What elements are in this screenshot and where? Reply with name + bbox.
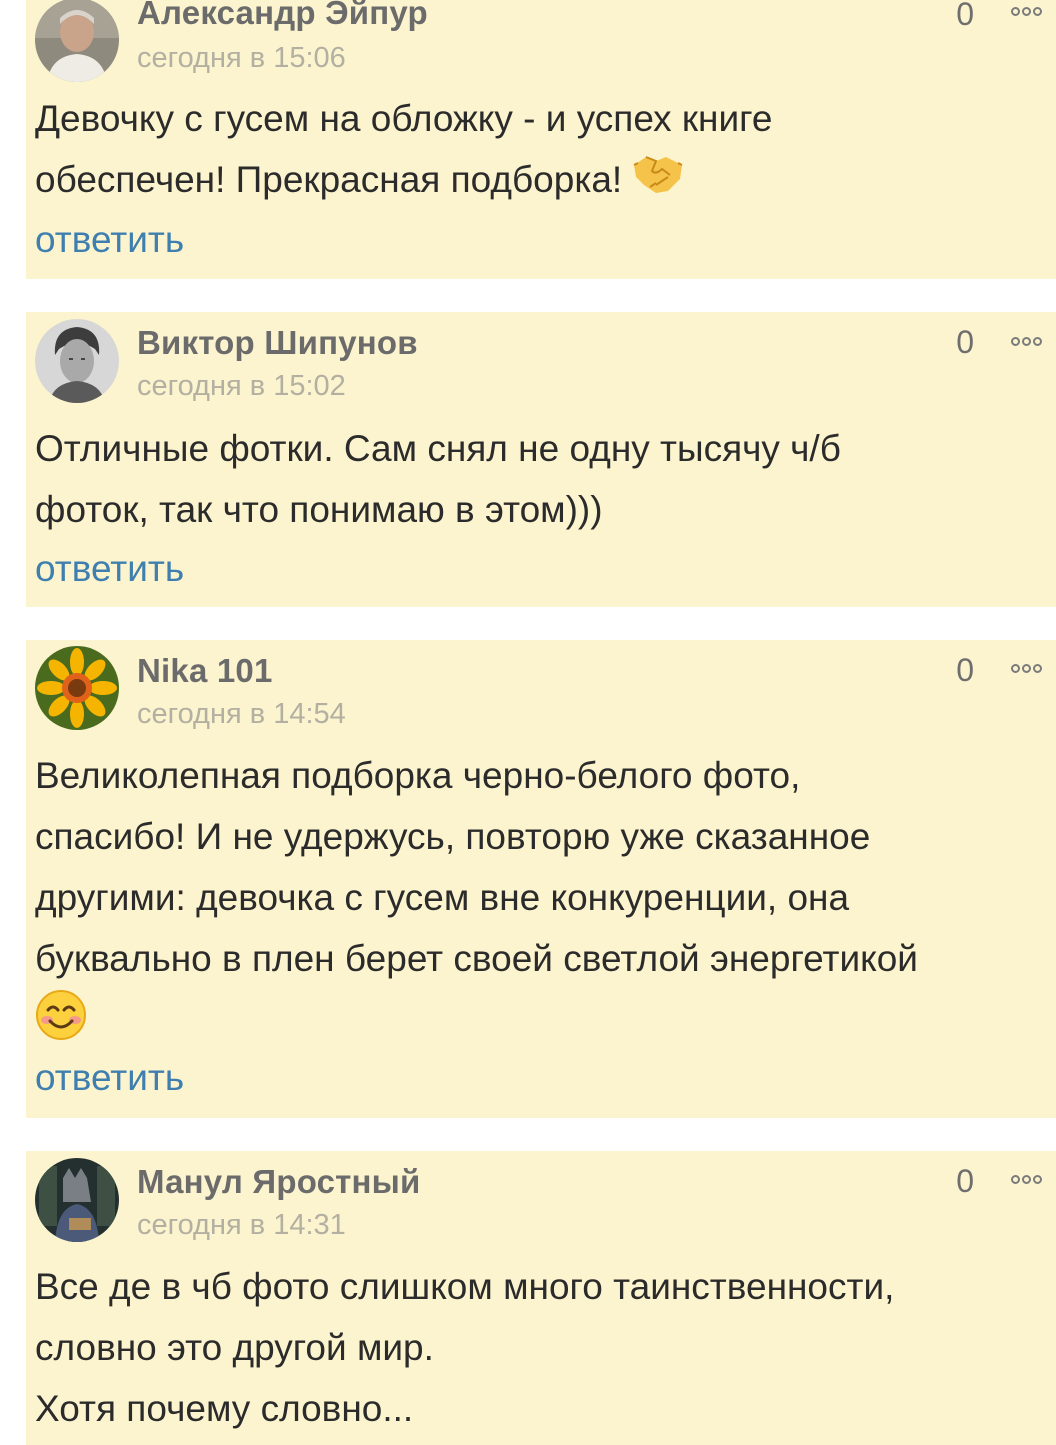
comment-line: другими: девочка с гусем вне конкуренции… (35, 877, 850, 918)
comment-card: Виктор Шипунов сегодня в 15:02 0 Отличны… (26, 312, 1056, 607)
smiling-face-emoji-icon (35, 989, 87, 1059)
comment-time: сегодня в 15:02 (137, 370, 346, 402)
comment-line: обеспечен! Прекрасная подборка! (35, 149, 1036, 213)
comment-line: буквально в плен берет своей светлой эне… (35, 938, 918, 979)
comment-line: Отличные фотки. Сам снял не одну тысячу … (35, 428, 841, 469)
comment-text: Все де в чб фото слишком много таинствен… (35, 1256, 1036, 1439)
comment-line: словно это другой мир. (35, 1327, 434, 1368)
comment-time: сегодня в 15:06 (137, 42, 346, 74)
author-name[interactable]: Nika 101 (137, 652, 273, 690)
reply-link[interactable]: ответить (35, 219, 184, 261)
avatar[interactable] (35, 646, 119, 730)
comment-line: Девочку с гусем на обложку - и успех кни… (35, 98, 773, 139)
like-count[interactable]: 0 (956, 652, 974, 689)
comment-card: Nika 101 сегодня в 14:54 0 Великолепная … (26, 640, 1056, 1118)
handshake-emoji-icon (632, 151, 684, 213)
more-options-icon[interactable] (1011, 664, 1042, 673)
comment-card: Александр Эйпур сегодня в 15:06 0 Девочк… (26, 0, 1056, 279)
more-options-icon[interactable] (1011, 1175, 1042, 1184)
like-count[interactable]: 0 (956, 1163, 974, 1200)
comment-line: фоток, так что понимаю в этом))) (35, 489, 603, 530)
comment-line: Великолепная подборка черно-белого фото, (35, 755, 801, 796)
comment-line (35, 989, 1036, 1059)
reply-link[interactable]: ответить (35, 1057, 184, 1099)
comment-line: Хотя почему словно... (35, 1388, 414, 1429)
reply-link[interactable]: ответить (35, 548, 184, 590)
comment-text: Отличные фотки. Сам снял не одну тысячу … (35, 418, 1036, 540)
avatar[interactable] (35, 319, 119, 403)
comment-line: спасибо! И не удержусь, повторю уже сказ… (35, 816, 871, 857)
author-name[interactable]: Александр Эйпур (137, 0, 428, 32)
more-options-icon[interactable] (1011, 7, 1042, 16)
avatar[interactable] (35, 1158, 119, 1242)
author-name[interactable]: Манул Яростный (137, 1163, 421, 1201)
author-name[interactable]: Виктор Шипунов (137, 324, 418, 362)
comment-line: Все де в чб фото слишком много таинствен… (35, 1266, 895, 1307)
like-count[interactable]: 0 (956, 324, 974, 361)
avatar[interactable] (35, 0, 119, 82)
comment-time: сегодня в 14:54 (137, 698, 346, 730)
more-options-icon[interactable] (1011, 337, 1042, 346)
comment-text: Девочку с гусем на обложку - и успех кни… (35, 88, 1036, 213)
comment-text: Великолепная подборка черно-белого фото,… (35, 745, 1036, 1059)
comment-card: Манул Яростный сегодня в 14:31 0 Все де … (26, 1151, 1056, 1445)
like-count[interactable]: 0 (956, 0, 974, 33)
comment-time: сегодня в 14:31 (137, 1209, 346, 1241)
